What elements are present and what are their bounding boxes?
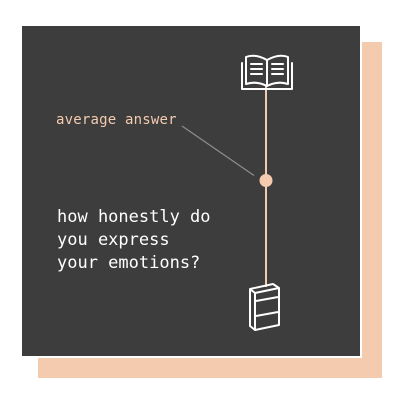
graphic-page: average answer how honestly do you expre… <box>0 0 400 400</box>
question-text: how honestly do you express your emotion… <box>57 206 227 275</box>
average-pointer-line <box>181 125 255 176</box>
average-marker <box>259 174 273 187</box>
closed-book-icon <box>249 283 280 331</box>
question-line-2: you express <box>57 230 170 250</box>
average-answer-label: average answer <box>56 112 177 128</box>
question-line-3: your emotions? <box>57 253 201 273</box>
question-line-1: how honestly do <box>57 207 211 227</box>
open-book-icon <box>241 54 293 90</box>
scale-graphic <box>181 54 293 331</box>
